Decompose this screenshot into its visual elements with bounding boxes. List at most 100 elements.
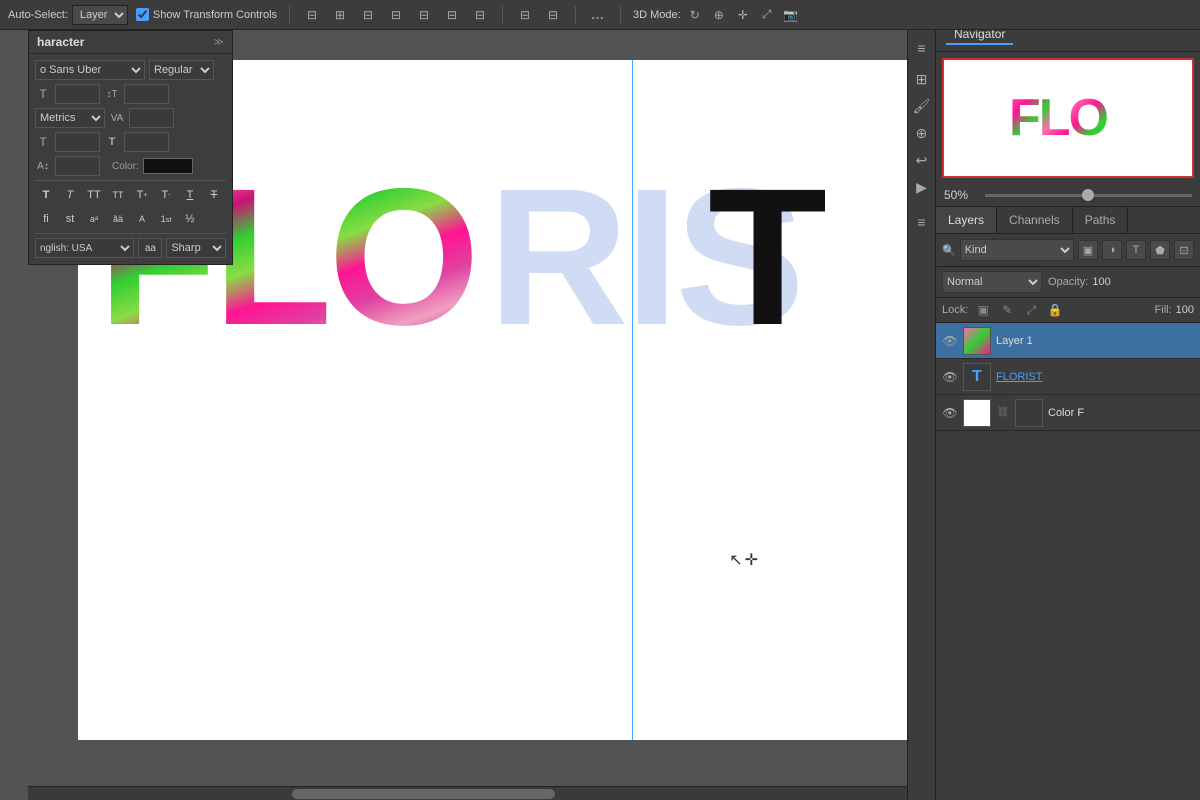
metrics-row: Metrics VA VA -50 [35, 108, 226, 128]
layer-item-2[interactable]: 👁 T FLORIST [936, 359, 1200, 395]
layer-2-name: FLORIST [996, 371, 1194, 383]
baseline-input[interactable]: 0 pt [55, 156, 100, 176]
subscript-btn[interactable]: T- [155, 185, 177, 205]
layer-2-visibility-icon[interactable]: 👁 [942, 369, 958, 385]
3d-pan-icon[interactable]: ✛ [733, 5, 753, 25]
history-icon[interactable]: ↩ [910, 148, 934, 172]
opacity-value: 100 [1092, 276, 1122, 288]
3d-rotate-icon[interactable]: ↻ [685, 5, 705, 25]
leading-input[interactable]: (Auto) [124, 84, 169, 104]
titling-btn[interactable]: A [131, 209, 153, 229]
layer-3-visibility-icon[interactable]: 👁 [942, 405, 958, 421]
oldstyle-btn[interactable]: st [59, 209, 81, 229]
navigator-preview-content: FLO [944, 60, 1192, 176]
blend-mode-select[interactable]: Normal [942, 271, 1042, 293]
3d-orbit-icon[interactable]: ⊕ [709, 5, 729, 25]
tab-channels[interactable]: Channels [997, 207, 1073, 233]
kerning-input[interactable]: VA -50 [129, 108, 174, 128]
color-label: Color: [112, 161, 139, 172]
kerning-icon: VA [109, 113, 125, 124]
scale-h-icon: T [35, 135, 51, 149]
layer-item-3[interactable]: 👁 ⛓ Color F [936, 395, 1200, 431]
underline-btn[interactable]: T [179, 185, 201, 205]
color-swatch[interactable] [143, 158, 193, 174]
show-transform-checkbox[interactable] [136, 8, 149, 21]
actions-icon[interactable]: ▶ [910, 175, 934, 199]
filter-kind-select[interactable]: Kind [960, 239, 1074, 261]
horizontal-scrollbar[interactable] [28, 786, 907, 800]
italic-btn[interactable]: T [59, 185, 81, 205]
lock-artboards-icon[interactable]: ⤢ [1022, 301, 1040, 319]
swash-btn[interactable]: ãä [107, 209, 129, 229]
strikethrough-btn[interactable]: T [203, 185, 225, 205]
align-left-icon[interactable]: ⊟ [302, 5, 322, 25]
brush-icon[interactable]: 🖌 [910, 94, 934, 118]
layer-3-mask [1015, 399, 1043, 427]
font-style-select[interactable]: Regular [149, 60, 214, 80]
scale-row: T 100% T 100% [35, 132, 226, 152]
align-h-icon[interactable]: ⊟ [386, 5, 406, 25]
lock-pixels-icon[interactable]: ▣ [974, 301, 992, 319]
layer-1-thumb-content [964, 328, 990, 354]
layer-1-visibility-icon[interactable]: 👁 [942, 333, 958, 349]
scale-v-input[interactable]: 100% [124, 132, 169, 152]
small-caps-btn[interactable]: TT [107, 185, 129, 205]
lock-position-icon[interactable]: ✎ [998, 301, 1016, 319]
clone-icon[interactable]: ⊕ [910, 121, 934, 145]
language-select[interactable]: nglish: USA [35, 238, 134, 258]
align-top-icon[interactable]: ⊟ [414, 5, 434, 25]
font-family-select[interactable]: o Sans Uber [35, 60, 145, 80]
leading-icon: ↕T [104, 89, 120, 100]
ordinals-btn[interactable]: aᵃ [83, 209, 105, 229]
horizontal-scroll-thumb[interactable] [292, 789, 556, 799]
align-center-icon[interactable]: ⊞ [330, 5, 350, 25]
superscript-btn[interactable]: T+ [131, 185, 153, 205]
caps-btn[interactable]: TT [83, 185, 105, 205]
navigator-section: Navigator FLO 50% [936, 19, 1200, 206]
properties-icon[interactable]: ≡ [910, 36, 934, 60]
transform-controls-group: Show Transform Controls [136, 8, 277, 21]
character-panel-collapse[interactable]: ≫ [214, 37, 224, 48]
cursor-arrow-icon: ↖ [729, 550, 742, 570]
filter-adjust-icon[interactable]: ◑ [1102, 240, 1122, 260]
auto-select-dropdown[interactable]: Layer [72, 5, 128, 25]
more-options-icon[interactable]: ... [588, 5, 608, 25]
3d-slide-icon[interactable]: ⤢ [757, 5, 777, 25]
scale-v-icon: T [104, 136, 120, 148]
distribute-icon[interactable]: ⊟ [515, 5, 535, 25]
move-icon: ✛ [745, 550, 758, 570]
auto-select-group: Auto-Select: Layer [8, 5, 128, 25]
toolbar-separator-1 [289, 6, 290, 24]
tab-paths[interactable]: Paths [1073, 207, 1129, 233]
align-vcenter-icon[interactable]: ⊟ [442, 5, 462, 25]
adjustments-icon[interactable]: ⊞ [910, 67, 934, 91]
fill-row: Fill: 100 [1155, 304, 1194, 316]
bold-btn[interactable]: T [35, 185, 57, 205]
anti-alias-label: aa [138, 238, 162, 258]
scale-h-input[interactable]: 100% [55, 132, 100, 152]
distribute2-icon[interactable]: ⊟ [543, 5, 563, 25]
align-bottom-icon[interactable]: ⊟ [470, 5, 490, 25]
auto-select-label: Auto-Select: [8, 9, 68, 21]
fractions-btn[interactable]: ½ [179, 209, 201, 229]
metrics-select[interactable]: Metrics [35, 108, 105, 128]
filter-shape-icon[interactable]: ⬟ [1150, 240, 1170, 260]
ligature-btn[interactable]: fi [35, 209, 57, 229]
3d-mode-group: 3D Mode: ↻ ⊕ ✛ ⤢ 📷 [633, 5, 801, 25]
layers-section: Layers Channels Paths 🔍 Kind ▣ ◑ T ⬟ ⊡ N… [936, 206, 1200, 431]
zoom-slider[interactable] [985, 194, 1192, 197]
3d-camera-icon[interactable]: 📷 [781, 5, 801, 25]
info-icon[interactable]: ≡ [910, 210, 934, 234]
layer-item-1[interactable]: 👁 Layer 1 [936, 323, 1200, 359]
contextual-btn[interactable]: 1st [155, 209, 177, 229]
divider-1 [35, 180, 226, 181]
filter-pixel-icon[interactable]: ▣ [1078, 240, 1098, 260]
filter-smart-icon[interactable]: ⊡ [1174, 240, 1194, 260]
font-size-input[interactable]: 950 pt [55, 84, 100, 104]
filter-text-icon[interactable]: T [1126, 240, 1146, 260]
tab-layers[interactable]: Layers [936, 207, 997, 233]
lock-all-icon[interactable]: 🔒 [1046, 301, 1064, 319]
layers-filter-row: 🔍 Kind ▣ ◑ T ⬟ ⊡ [936, 234, 1200, 267]
anti-alias-select[interactable]: Sharp [166, 238, 226, 258]
align-right-icon[interactable]: ⊟ [358, 5, 378, 25]
